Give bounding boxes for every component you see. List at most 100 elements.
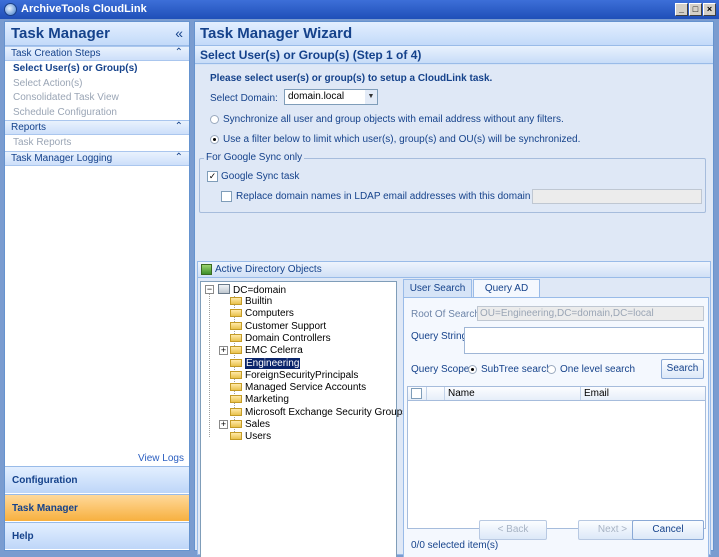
tree-node-label: Domain Controllers (245, 332, 331, 344)
root-of-search-input[interactable]: OU=Engineering,DC=domain,DC=local (477, 306, 704, 321)
tree-node-label: EMC Celerra (245, 345, 303, 357)
tree-node[interactable]: Users (230, 431, 271, 443)
section-label: Reports (11, 122, 47, 133)
replace-domain-input[interactable] (532, 189, 702, 204)
step-schedule-configuration[interactable]: Schedule Configuration (5, 106, 189, 121)
cancel-button[interactable]: Cancel (632, 520, 704, 540)
tree-node[interactable]: Marketing (230, 394, 289, 406)
tree-node[interactable]: EMC Celerra (230, 345, 303, 357)
section-task-manager-logging[interactable]: Task Manager Logging ⌃ (5, 150, 189, 166)
folder-icon (230, 358, 242, 367)
google-sync-group-title: For Google Sync only (204, 152, 305, 163)
app-icon (4, 3, 17, 16)
expand-node-icon[interactable]: + (219, 420, 228, 429)
radio-use-filter[interactable] (210, 135, 219, 144)
minimize-button[interactable]: _ (675, 3, 688, 16)
collapse-node-icon[interactable]: − (205, 285, 214, 294)
radio-sync-all[interactable] (210, 115, 219, 124)
section-reports[interactable]: Reports ⌃ (5, 120, 189, 135)
tree-node-label: Builtin (245, 296, 273, 307)
google-sync-checkbox[interactable]: ✓ (207, 171, 218, 182)
tab-user-search[interactable]: User Search (403, 279, 472, 297)
tree-line (209, 292, 210, 437)
section-label: Task Manager Logging (11, 152, 113, 164)
intro-text: Please select user(s) or group(s) to set… (210, 73, 493, 84)
tree-node-root[interactable]: DC=domain (218, 284, 286, 296)
tree-node-label: Microsoft Exchange Security Groups (245, 406, 408, 418)
folder-icon (230, 383, 242, 392)
column-name[interactable]: Name (448, 388, 475, 399)
query-ad-page: Root Of Search: OU=Engineering,DC=domain… (403, 297, 709, 557)
tree-node[interactable]: Microsoft Exchange Security Groups (230, 407, 407, 419)
tree-node[interactable]: Computers (230, 308, 294, 320)
ad-panel-header: Active Directory Objects (198, 262, 710, 278)
folder-icon (230, 432, 242, 441)
folder-icon (230, 420, 242, 428)
ad-tree[interactable]: − DC=domain Builtin Computers Customer S… (200, 281, 407, 557)
tree-node[interactable]: ForeignSecurityPrincipals (230, 370, 358, 382)
replace-domain-label: Replace domain names in LDAP email addre… (236, 191, 561, 202)
tree-node-label: Customer Support (245, 320, 327, 332)
tree-node-label: Computers (245, 308, 294, 320)
nav-help[interactable]: Help (5, 522, 189, 549)
one-level-search-label: One level search (560, 364, 636, 375)
search-button[interactable]: Search (661, 359, 704, 379)
ad-panel-title: Active Directory Objects (215, 264, 322, 275)
subtree-search-label: SubTree search (481, 364, 552, 375)
folder-icon (230, 333, 242, 342)
expand-node-icon[interactable]: + (219, 346, 228, 355)
domain-icon (218, 284, 230, 294)
radio-use-filter-label: Use a filter below to limit which user(s… (223, 134, 581, 145)
nav-task-manager[interactable]: Task Manager (5, 494, 189, 521)
replace-domain-checkbox[interactable] (221, 191, 232, 202)
step-select-actions[interactable]: Select Action(s) (5, 77, 189, 92)
section-label: Task Creation Steps (11, 48, 101, 59)
tree-node-label: Engineering (245, 357, 301, 369)
column-email[interactable]: Email (584, 388, 609, 399)
radio-one-level-search[interactable] (547, 365, 556, 374)
active-directory-panel: Active Directory Objects − DC=domain Bui… (197, 261, 711, 557)
folder-icon (230, 346, 242, 355)
wizard-title: Task Manager Wizard (200, 25, 353, 42)
column-separator (444, 387, 445, 400)
tab-query-ad[interactable]: Query AD (473, 279, 540, 298)
view-logs-link[interactable]: View Logs (138, 453, 184, 464)
folder-icon (230, 321, 242, 330)
domain-value: domain.local (288, 91, 345, 102)
tree-node[interactable]: Builtin (230, 296, 272, 308)
results-grid[interactable] (407, 401, 706, 529)
nav-configuration[interactable]: Configuration (5, 466, 189, 493)
collapse-sidebar-icon[interactable]: « (175, 25, 183, 41)
root-of-search-label: Root Of Search: (411, 309, 483, 320)
back-button[interactable]: < Back (479, 520, 547, 540)
section-task-creation-steps[interactable]: Task Creation Steps ⌃ (5, 46, 189, 61)
step-select-users[interactable]: Select User(s) or Group(s) (5, 62, 189, 77)
query-string-input[interactable] (464, 327, 704, 354)
tree-node-label: Managed Service Accounts (245, 382, 367, 394)
dropdown-arrow-icon[interactable]: ▼ (365, 90, 377, 104)
maximize-button[interactable]: □ (689, 3, 702, 16)
select-all-checkbox[interactable] (411, 388, 422, 399)
folder-icon (230, 309, 242, 318)
radio-sync-all-label: Synchronize all user and group objects w… (223, 114, 564, 125)
wizard-content: Please select user(s) or group(s) to set… (195, 65, 713, 557)
domain-select[interactable]: domain.local ▼ (284, 89, 378, 105)
tree-node[interactable]: Managed Service Accounts (230, 382, 366, 394)
query-tabs: User Search Query AD Root Of Search: OU=… (403, 277, 709, 557)
chevron-up-icon[interactable]: ⌃ (175, 47, 183, 58)
tree-node-selected[interactable]: Engineering (230, 357, 301, 370)
chevron-up-icon[interactable]: ⌃ (175, 121, 183, 132)
tree-node[interactable]: Sales (230, 419, 270, 431)
radio-subtree-search[interactable] (468, 365, 477, 374)
step-consolidated-view[interactable]: Consolidated Task View (5, 91, 189, 106)
chevron-up-icon[interactable]: ⌃ (175, 152, 183, 163)
task-reports-item[interactable]: Task Reports (5, 136, 189, 151)
tree-node[interactable]: Domain Controllers (230, 333, 331, 345)
tree-node-label: DC=domain (233, 285, 287, 296)
close-button[interactable]: × (703, 3, 716, 16)
tree-node[interactable]: Customer Support (230, 321, 326, 333)
tree-node-label: Sales (245, 419, 271, 430)
tree-node-label: ForeignSecurityPrincipals (245, 369, 359, 381)
tree-node-label: Marketing (245, 394, 289, 406)
window-title: ArchiveTools CloudLink (21, 3, 147, 15)
